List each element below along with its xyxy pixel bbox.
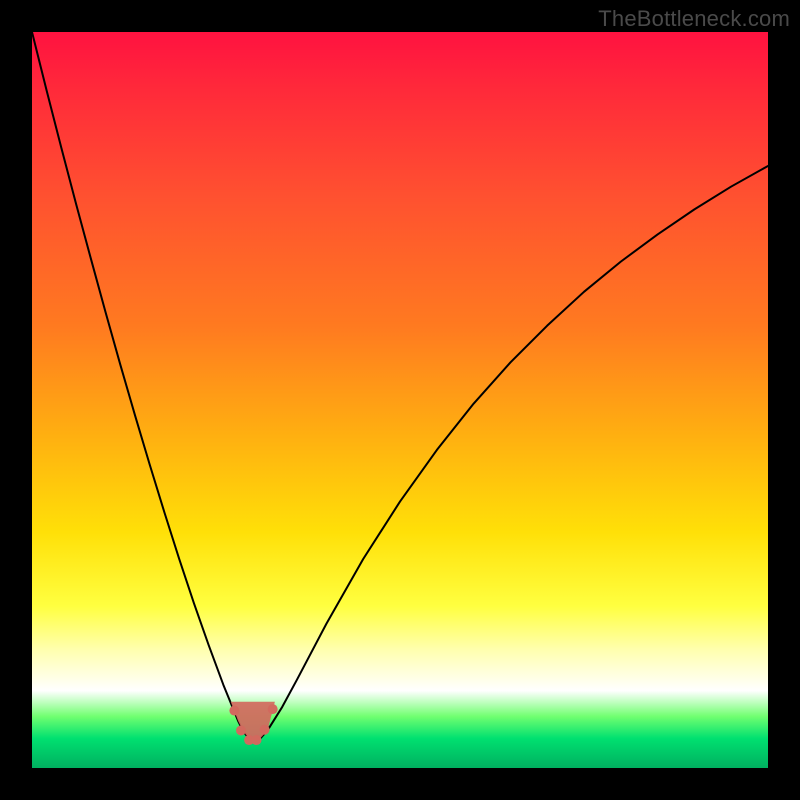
notch-dot (251, 735, 261, 745)
chart-frame: TheBottleneck.com (0, 0, 800, 800)
bottleneck-curve-svg (32, 32, 768, 768)
notch-dot (236, 725, 246, 735)
watermark-text: TheBottleneck.com (598, 6, 790, 32)
bottleneck-curve (32, 32, 768, 741)
plot-area (32, 32, 768, 768)
notch-dot (260, 725, 270, 735)
notch-dot (229, 706, 239, 716)
notch-dot (268, 704, 278, 714)
